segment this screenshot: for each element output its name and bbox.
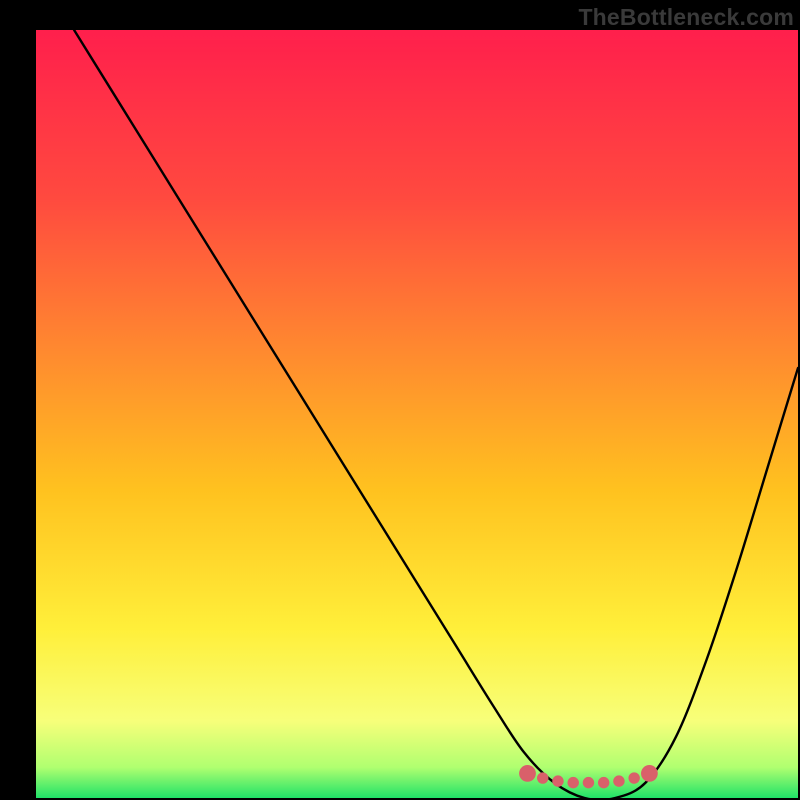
watermark-text: TheBottleneck.com (578, 4, 794, 31)
valley-marker (628, 772, 639, 783)
valley-marker (552, 775, 563, 786)
valley-marker (519, 765, 536, 782)
valley-marker (583, 777, 594, 788)
valley-marker (598, 777, 609, 788)
chart-stage: TheBottleneck.com (0, 0, 800, 800)
valley-marker (613, 775, 624, 786)
valley-marker (537, 772, 548, 783)
valley-marker (567, 777, 578, 788)
plot-background (36, 30, 798, 798)
bottleneck-chart (0, 0, 800, 800)
valley-marker (641, 765, 658, 782)
